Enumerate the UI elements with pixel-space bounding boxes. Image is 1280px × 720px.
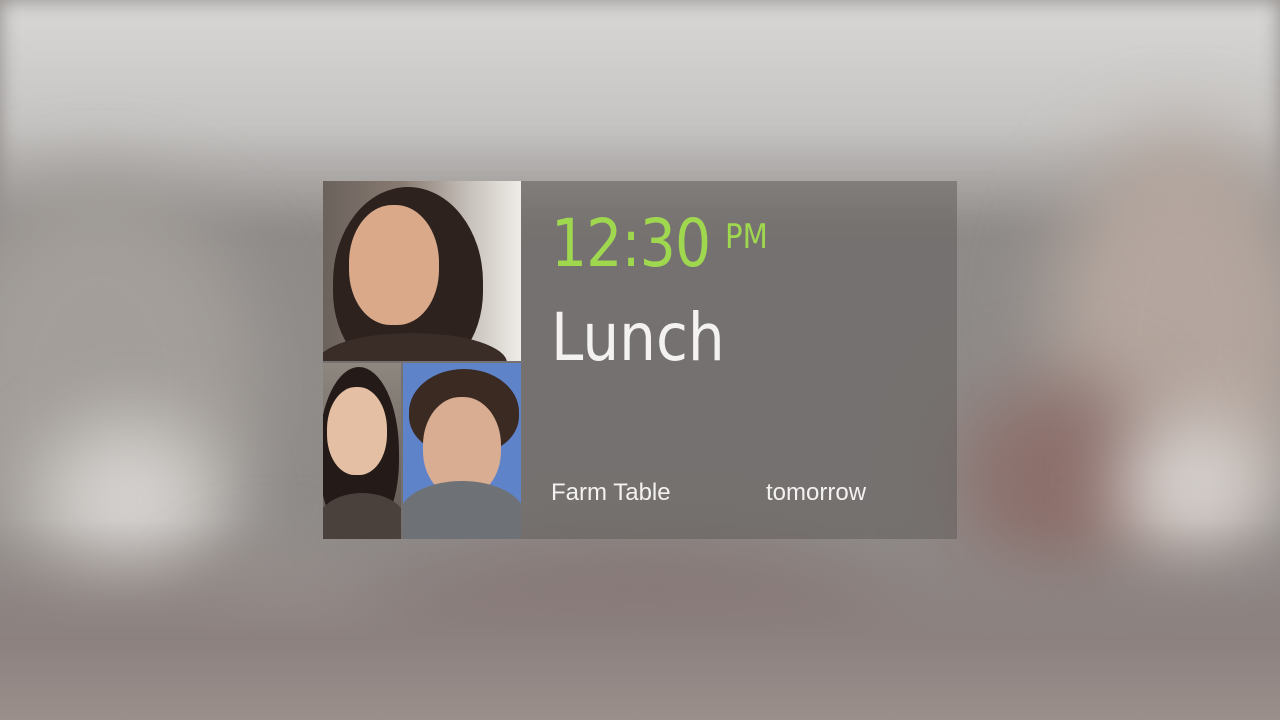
participant-photo bbox=[323, 363, 401, 539]
background-table-area bbox=[0, 520, 1280, 720]
blurred-background-scene: 12:30 PM Lunch Farm Table tomorrow bbox=[0, 0, 1280, 720]
participant-photo-mosaic bbox=[323, 181, 521, 539]
calendar-event-card[interactable]: 12:30 PM Lunch Farm Table tomorrow bbox=[323, 181, 957, 539]
participant-face bbox=[349, 205, 439, 325]
participant-shoulder bbox=[323, 493, 401, 539]
event-title: Lunch bbox=[551, 299, 725, 376]
event-time-value: 12:30 bbox=[551, 205, 711, 282]
event-details: 12:30 PM Lunch Farm Table tomorrow bbox=[551, 181, 941, 539]
event-day: tomorrow bbox=[766, 479, 867, 506]
participant-photo bbox=[403, 363, 521, 539]
event-location: Farm Table bbox=[551, 479, 671, 506]
event-time: 12:30 PM bbox=[551, 205, 768, 282]
participant-face bbox=[327, 387, 387, 475]
participant-photo bbox=[323, 181, 521, 361]
participant-shoulder bbox=[403, 481, 521, 539]
event-time-period: PM bbox=[725, 217, 768, 257]
